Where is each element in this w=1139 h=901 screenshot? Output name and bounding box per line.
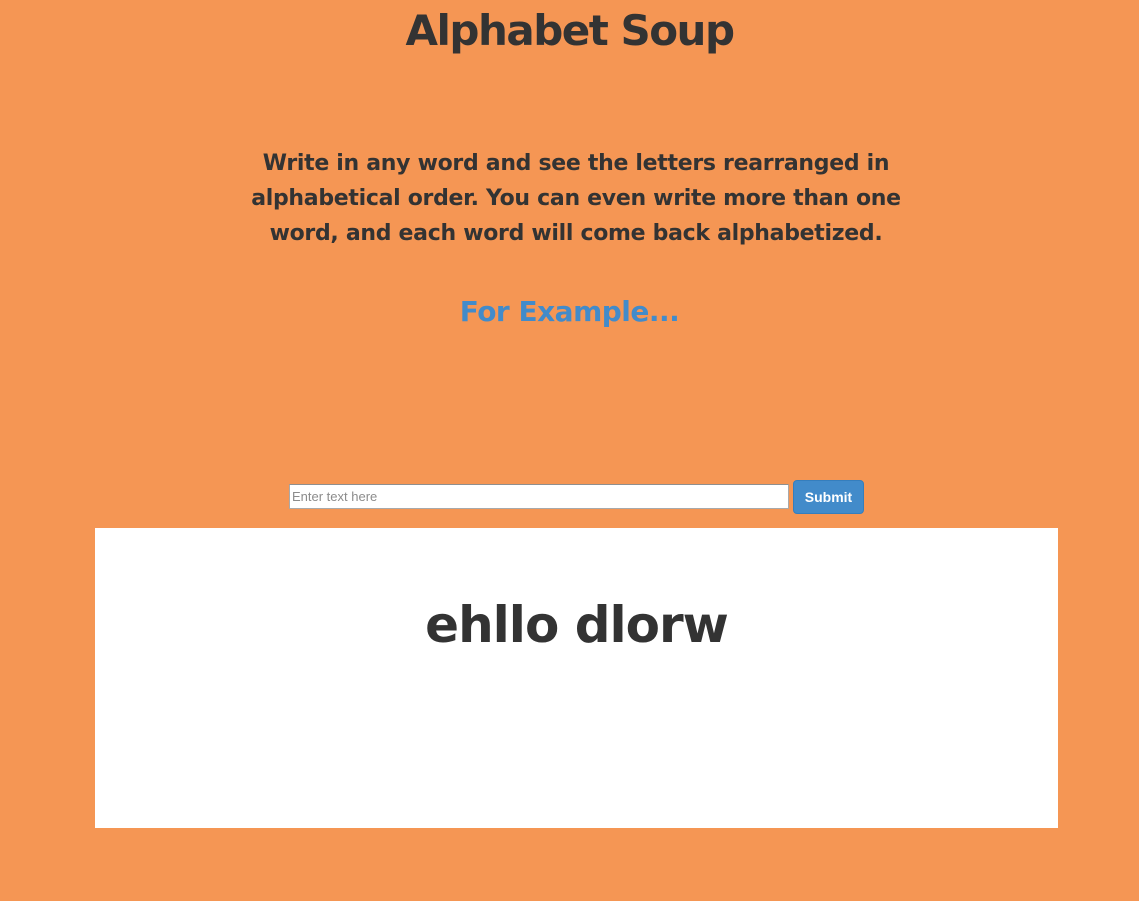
result-text: ehllo dlorw [425,596,729,654]
submit-button[interactable]: Submit [793,480,864,514]
text-input[interactable] [289,484,789,509]
intro-description: Write in any word and see the letters re… [251,151,901,246]
example-heading: For Example... [459,295,680,328]
page-title: Alphabet Soup [405,6,735,55]
result-panel: ehllo dlorw [95,528,1058,828]
input-form: Submit [0,480,1139,514]
